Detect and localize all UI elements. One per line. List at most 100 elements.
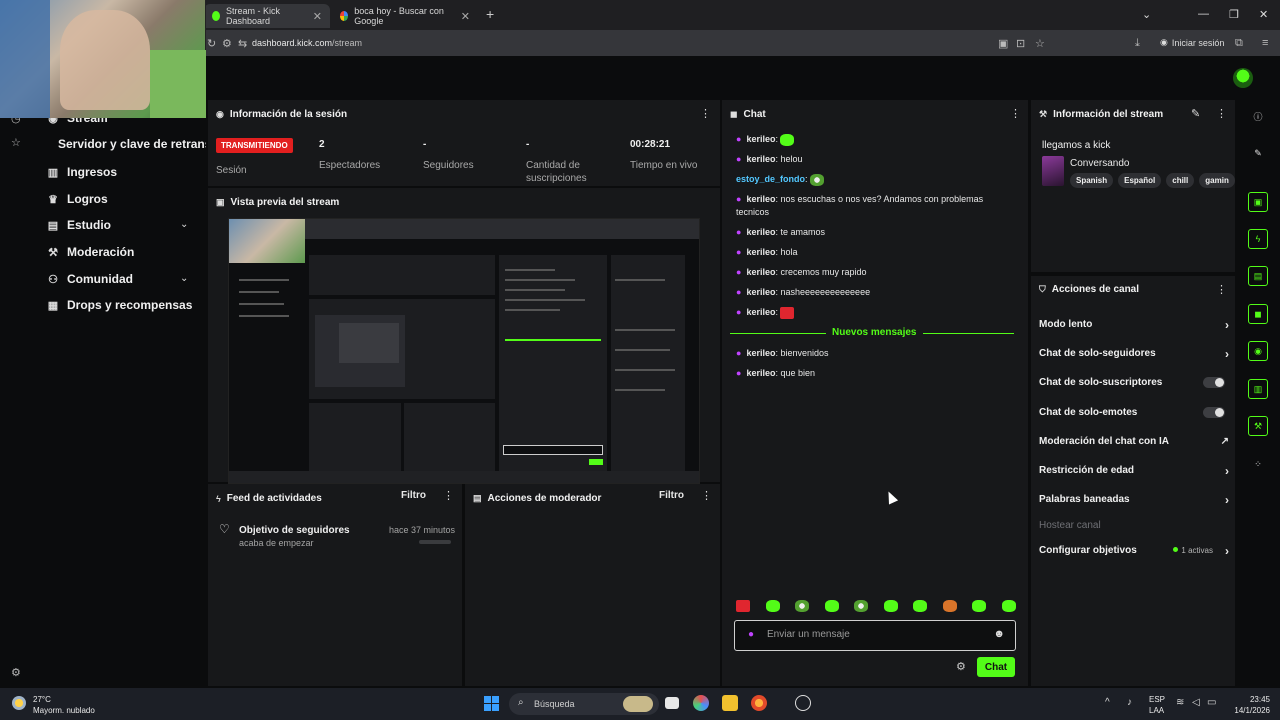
task-view-icon[interactable] [665,697,679,709]
chat-username[interactable]: kerileo [746,368,775,378]
battery-icon[interactable]: ▭ [1207,697,1216,708]
volume-icon[interactable]: ◁ [1192,697,1200,708]
ai-moderation-row[interactable]: Moderación del chat con IA ↗ [1039,436,1229,447]
chevron-down-icon[interactable]: ⌄ [180,219,188,230]
bookmark-star-icon[interactable]: ☆ [1035,37,1045,50]
more-options-icon[interactable]: ⋮ [443,489,454,502]
language-indicator[interactable]: ESP LAA [1149,694,1165,716]
edit-pencil-icon[interactable]: ✎ [1248,143,1268,163]
followers-only-row[interactable]: Chat de solo-seguidores › [1039,347,1229,361]
chat-username[interactable]: kerileo [746,348,775,358]
firefox-icon[interactable] [751,695,767,711]
chat-username[interactable]: kerileo [746,247,775,257]
more-options-icon[interactable]: ⋮ [700,107,711,120]
subscribers-only-toggle[interactable] [1203,377,1225,388]
wifi-icon[interactable]: ≋ [1176,697,1184,708]
filter-button[interactable]: Filtro [659,490,684,501]
emote-icon[interactable] [913,600,928,612]
download-icon[interactable]: ⤓ [1135,37,1140,50]
sidebar-item-ingresos[interactable]: ▥ Ingresos [47,165,117,179]
chevron-down-icon[interactable]: ⌄ [180,273,188,284]
signin-button[interactable]: ◉ Iniciar sesión [1160,37,1224,48]
emote-icon[interactable] [883,600,898,612]
tab-google-search[interactable]: boca hoy - Buscar con Google ✕ [332,4,478,28]
avatar[interactable] [1233,68,1253,88]
stream-preview-video[interactable] [228,218,700,484]
filter-button[interactable]: Filtro [401,490,426,501]
favorites-star-icon[interactable]: ☆ [11,136,21,149]
configure-goals-row[interactable]: Configurar objetivos 1 activas › [1039,544,1229,558]
maximize-icon[interactable]: ❐ [1229,8,1239,21]
more-options-icon[interactable]: ⋮ [701,489,712,502]
sidebar-item-moderacion[interactable]: ⚒ Moderación [47,245,134,259]
age-restriction-row[interactable]: Restricción de edad › [1039,464,1229,478]
more-options-icon[interactable]: ⋮ [1010,107,1021,120]
file-explorer-icon[interactable] [722,695,738,711]
more-options-icon[interactable]: ⋮ [1216,283,1227,296]
copilot-icon[interactable] [693,695,709,711]
log-toggle-icon[interactable]: ▤ [1248,266,1268,286]
close-tab-icon[interactable]: ✕ [313,10,322,23]
taskbar-clock[interactable]: 23:45 14/1/2026 [1218,694,1270,716]
emote-icon[interactable] [795,600,810,612]
wrench-toggle-icon[interactable]: ⚒ [1248,416,1268,436]
reload-icon[interactable]: ↻ [207,37,216,50]
session-toggle-icon[interactable]: ▥ [1248,379,1268,399]
activity-toggle-icon[interactable]: ϟ [1248,229,1268,249]
obs-icon[interactable] [795,695,811,711]
chat-settings-icon[interactable]: ⚙ [956,660,966,673]
minimize-icon[interactable]: — [1198,8,1209,20]
microphone-icon[interactable]: ♪ [1127,697,1132,708]
broadcast-toggle-icon[interactable]: ◉ [1248,341,1268,361]
tab-list-chevron-icon[interactable]: ⌄ [1142,8,1151,21]
url-text[interactable]: dashboard.kick.com/stream [252,38,362,48]
emote-icon[interactable] [1001,600,1016,612]
share-icon[interactable]: ⇆ [238,37,247,50]
banned-words-row[interactable]: Palabras baneadas › [1039,493,1229,507]
site-settings-icon[interactable]: ⚙ [222,37,232,50]
emote-icon[interactable] [736,600,750,612]
chat-message-input[interactable] [767,629,987,640]
sidebar-item-comunidad[interactable]: ⚇ Comunidad [47,272,133,286]
emote-icon[interactable] [854,600,869,612]
close-window-icon[interactable]: ✕ [1259,8,1268,21]
more-options-icon[interactable]: ⋮ [1216,107,1227,120]
install-app-icon[interactable]: ⊡ [1016,37,1025,50]
sidebar-item-logros[interactable]: ♛ Logros [47,192,108,206]
sidebar-item-stream-key[interactable]: Servidor y clave de retransmisión [58,137,206,151]
emote-icon[interactable] [972,600,987,612]
emote-icon[interactable] [942,600,957,612]
new-tab-icon[interactable]: + [486,6,494,22]
emote-icon[interactable] [765,600,780,612]
chat-username[interactable]: kerileo [746,267,775,277]
weather-widget[interactable]: 27°C Mayorm. nublado [33,694,95,716]
menu-icon[interactable]: ≡ [1262,37,1268,49]
settings-gear-icon[interactable]: ⚙ [11,666,21,679]
chat-username[interactable]: kerileo [746,307,775,317]
info-icon[interactable]: ⓘ [1248,106,1268,126]
emoji-picker-icon[interactable]: ☻ [993,628,1005,640]
slow-mode-row[interactable]: Modo lento › [1039,318,1229,332]
taskbar-search[interactable]: ⌕ Búsqueda [509,693,659,715]
close-tab-icon[interactable]: ✕ [461,10,470,23]
start-icon[interactable] [484,696,499,711]
tab-kick-dashboard[interactable]: Stream - Kick Dashboard ✕ [204,4,330,28]
chat-username[interactable]: estoy_de_fondo [736,174,805,184]
chat-username[interactable]: kerileo [746,194,775,204]
tray-chevron-icon[interactable]: ^ [1105,697,1110,708]
chat-username[interactable]: kerileo [746,154,775,164]
chat-username[interactable]: kerileo [746,227,775,237]
layout-icon[interactable]: ⁘ [1248,454,1268,474]
chat-username[interactable]: kerileo [746,134,775,144]
screenshot-icon[interactable]: ▣ [998,37,1008,50]
chat-username[interactable]: kerileo [746,287,775,297]
edit-pencil-icon[interactable]: ✎ [1191,107,1200,120]
sidebar-item-drops[interactable]: ▦ Drops y recompensas [47,298,193,312]
extensions-icon[interactable]: ⧉ [1235,37,1243,50]
emote-icon[interactable] [824,600,839,612]
sidebar-item-estudio[interactable]: ▤ Estudio [47,218,111,232]
emotes-only-toggle[interactable] [1203,407,1225,418]
send-chat-button[interactable]: Chat [977,657,1015,677]
preview-toggle-icon[interactable]: ▣ [1248,192,1268,212]
chat-toggle-icon[interactable]: ◼ [1248,304,1268,324]
